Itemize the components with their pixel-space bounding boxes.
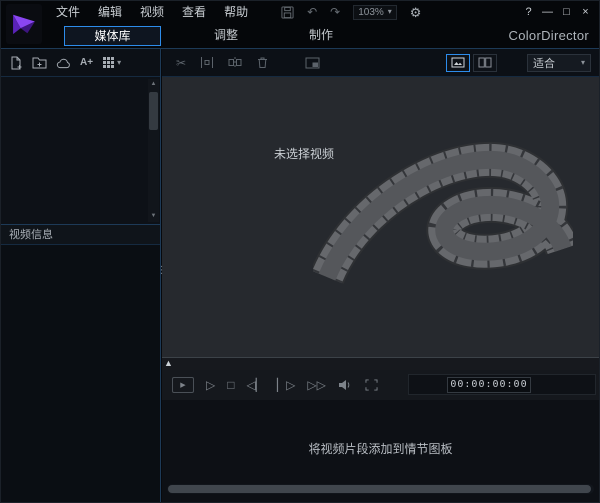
speaker-icon (338, 379, 353, 391)
volume-button[interactable] (338, 379, 353, 391)
caret-down-icon: ▾ (388, 8, 392, 16)
folder-plus-icon (32, 56, 47, 69)
menu-edit[interactable]: 编辑 (89, 1, 131, 23)
tab-media-library[interactable]: 媒体库 (64, 26, 161, 46)
menu-video[interactable]: 视频 (131, 1, 173, 23)
content-area: A+ ▾ ▲ ▼ 视频信息 (1, 49, 599, 502)
text-tool-button[interactable]: A+ (80, 57, 93, 68)
redo-icon[interactable]: ↷ (330, 6, 340, 18)
trim-button[interactable]: ✂ (176, 57, 186, 69)
grid-view-icon (102, 56, 115, 69)
undo-icon[interactable]: ↶ (307, 6, 317, 18)
close-button[interactable]: × (576, 1, 595, 23)
pop-out-player-button[interactable]: ▶ (172, 377, 194, 393)
settings-gear-icon[interactable]: ⚙ (410, 6, 422, 19)
preview-toolbar: ✂ (162, 49, 599, 77)
dual-view-icon (478, 57, 492, 68)
timecode-display: 00:00:00:00 (447, 377, 531, 393)
cloud-download-button[interactable] (56, 57, 71, 69)
fullscreen-icon (365, 379, 378, 391)
video-info-header: 视频信息 (1, 225, 160, 245)
mark-in-out-icon (200, 56, 214, 69)
seek-bar[interactable]: ▲ (162, 357, 599, 370)
caret-down-icon: ▾ (581, 59, 585, 67)
window-controls: ? — □ × (519, 1, 595, 23)
left-panel: A+ ▾ ▲ ▼ 视频信息 (1, 49, 161, 502)
import-media-button[interactable] (9, 56, 23, 70)
video-info-panel (1, 245, 160, 502)
minimize-button[interactable]: — (538, 1, 557, 23)
tab-produce[interactable]: 制作 (286, 26, 356, 46)
module-tab-bar: 媒体库 调整 制作 ColorDirector (1, 23, 599, 49)
scrollbar-thumb[interactable] (168, 485, 591, 493)
playhead-marker[interactable]: ▲ (164, 358, 173, 369)
thumbnail-view-button[interactable]: ▾ (102, 56, 121, 69)
mark-in-out-button[interactable] (200, 56, 214, 69)
tab-adjustment[interactable]: 调整 (191, 26, 261, 46)
titlebar: 文件 编辑 视频 查看 帮助 ↶ ↷ 103% ▾ ⚙ ? — (1, 1, 599, 23)
panel-divider-handle[interactable]: ⋮ (156, 265, 167, 276)
menu-help[interactable]: 帮助 (215, 1, 257, 23)
view-controls: 适合 ▾ (443, 54, 591, 72)
extract-button[interactable] (305, 57, 320, 69)
split-icon (228, 56, 242, 69)
import-folder-button[interactable] (32, 56, 47, 69)
preview-area: 未选择视频 (162, 77, 599, 357)
app-window: 文件 编辑 视频 查看 帮助 ↶ ↷ 103% ▾ ⚙ ? — (0, 0, 600, 503)
save-icon[interactable] (281, 6, 294, 19)
maximize-button[interactable]: □ (557, 1, 576, 23)
app-logo-icon (6, 4, 42, 44)
filmstrip-graphic (313, 125, 573, 310)
caret-down-icon: ▾ (117, 59, 121, 67)
titlebar-tools: ↶ ↷ 103% ▾ ⚙ (281, 5, 421, 20)
library-vertical-scrollbar[interactable]: ▲ ▼ (148, 79, 159, 222)
fast-forward-button[interactable]: ▷▷ (307, 379, 325, 391)
storyboard-area[interactable]: 将视频片段添加到情节图板 (162, 400, 599, 502)
library-toolbar: A+ ▾ (1, 49, 160, 77)
scissors-icon: ✂ (176, 56, 186, 70)
right-panel: ✂ (162, 49, 599, 502)
pip-icon (305, 57, 320, 69)
delete-button[interactable] (256, 56, 269, 69)
trash-icon (256, 56, 269, 69)
media-library-list[interactable]: ▲ ▼ (1, 77, 160, 225)
playback-controls: ▶ ▷ □ ◁▏ ▏▷ ▷▷ (162, 370, 599, 400)
scroll-up-icon[interactable]: ▲ (148, 79, 159, 90)
play-button[interactable]: ▷ (206, 379, 215, 391)
single-view-icon (451, 57, 465, 68)
cloud-icon (56, 57, 71, 69)
help-button[interactable]: ? (519, 1, 538, 23)
zoom-level-dropdown[interactable]: 103% ▾ (353, 5, 397, 20)
storyboard-hint: 将视频片段添加到情节图板 (162, 440, 599, 457)
zoom-fit-select[interactable]: 适合 ▾ (527, 54, 591, 72)
preview-single-view-toggle[interactable] (446, 54, 470, 72)
menu-file[interactable]: 文件 (47, 1, 89, 23)
fullscreen-button[interactable] (365, 379, 378, 391)
timecode-strip: 00:00:00:00 (408, 374, 596, 395)
scrollbar-thumb[interactable] (149, 92, 158, 130)
split-button[interactable] (228, 56, 242, 69)
preview-dual-view-toggle[interactable] (473, 54, 497, 72)
stop-button[interactable]: □ (227, 379, 234, 391)
next-frame-button[interactable]: ▏▷ (277, 379, 295, 391)
brand-name: ColorDirector (509, 28, 589, 43)
storyboard-horizontal-scrollbar[interactable] (167, 484, 594, 494)
text-plus-icon: A+ (80, 57, 93, 68)
file-plus-icon (9, 56, 23, 70)
boxed-play-icon: ▶ (180, 382, 185, 389)
menu-view[interactable]: 查看 (173, 1, 215, 23)
menu-bar: 文件 编辑 视频 查看 帮助 (47, 1, 257, 23)
zoom-level-value: 103% (358, 7, 384, 18)
scroll-down-icon[interactable]: ▼ (148, 211, 159, 222)
zoom-fit-value: 适合 (533, 55, 555, 71)
previous-frame-button[interactable]: ◁▏ (246, 379, 264, 391)
